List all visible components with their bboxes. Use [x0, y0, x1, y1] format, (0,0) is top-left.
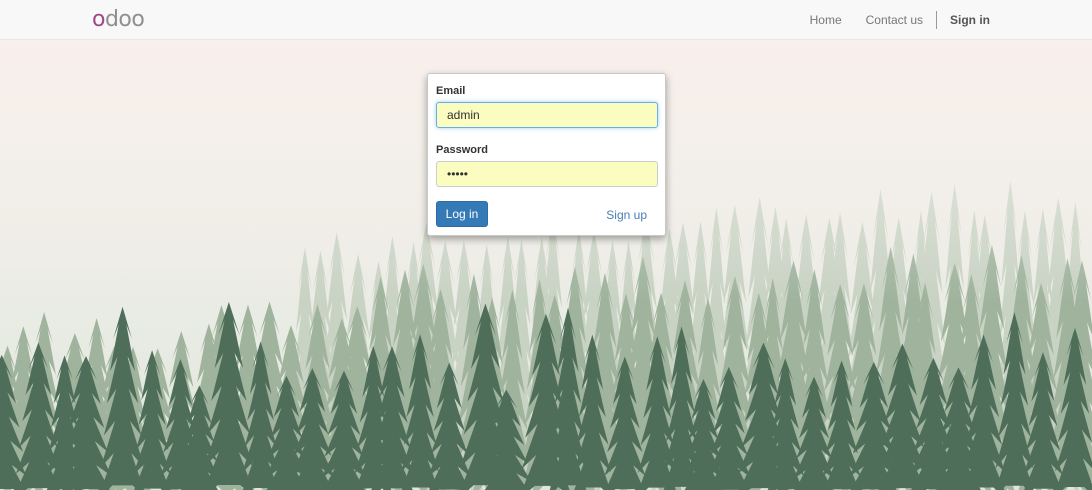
- nav-links: Home Contact us Sign in: [798, 0, 1002, 40]
- log-in-button[interactable]: Log in: [436, 201, 488, 227]
- sign-up-link[interactable]: Sign up: [606, 208, 647, 222]
- logo-text: odoo: [92, 7, 145, 32]
- email-label: Email: [436, 85, 466, 97]
- password-field[interactable]: [436, 161, 658, 187]
- odoo-logo[interactable]: odoo: [92, 7, 145, 32]
- nav-link-contact-us[interactable]: Contact us: [854, 13, 935, 27]
- top-navbar: odoo Home Contact us Sign in: [0, 0, 1092, 40]
- nav-link-home[interactable]: Home: [798, 13, 854, 27]
- password-label: Password: [436, 144, 488, 156]
- nav-link-sign-in[interactable]: Sign in: [938, 13, 1002, 27]
- nav-divider: [936, 11, 937, 29]
- login-form: Email Password Log in Sign up: [427, 73, 666, 236]
- email-field[interactable]: [436, 102, 658, 128]
